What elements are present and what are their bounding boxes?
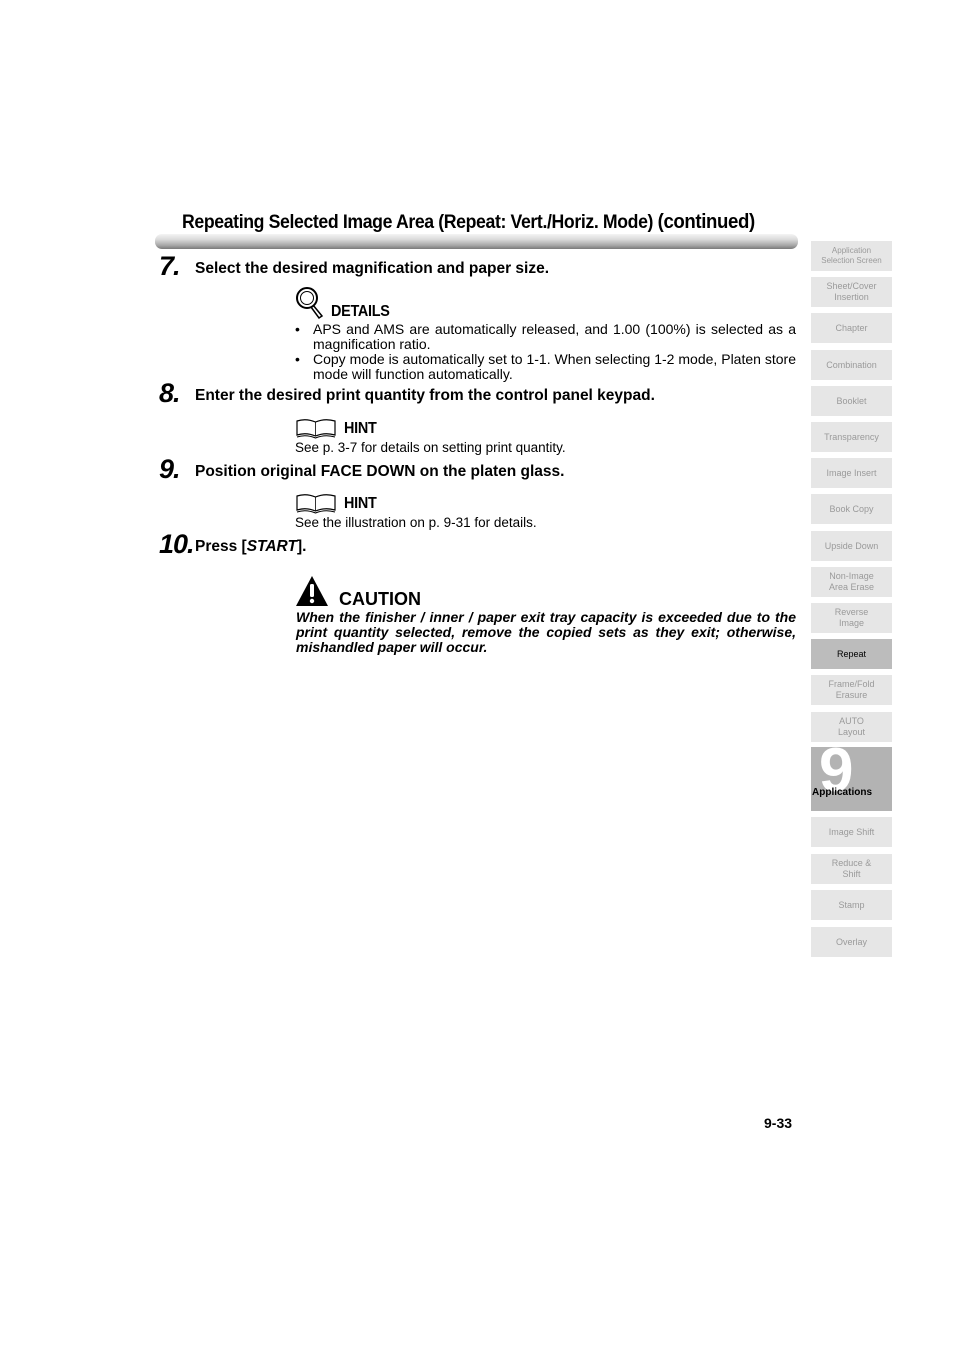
page-title: Repeating Selected Image Area (Repeat: V… [182,211,755,234]
step-10-text: Press [START]. [195,538,307,555]
tab-repeat[interactable]: Repeat [811,639,892,669]
step-7-number: 7. [159,251,181,281]
chapter-9-applications-tab[interactable]: 9 Applications [811,747,892,811]
step-9-text: Position original FACE DOWN on the plate… [195,463,565,480]
book-icon [296,419,336,439]
caution-heading: CAUTION [339,589,421,609]
start-key-label: START [246,538,297,555]
tab-reduce-and-shift[interactable]: Reduce & Shift [811,854,892,884]
tab-frame-fold-erasure[interactable]: Frame/Fold Erasure [811,675,892,705]
warning-icon [296,576,328,606]
step-10-number: 10. [159,529,195,559]
tab-upside-down[interactable]: Upside Down [811,531,892,561]
hint-text: See p. 3-7 for details on setting print … [295,440,566,455]
tab-stamp[interactable]: Stamp [811,890,892,920]
tab-overlay[interactable]: Overlay [811,927,892,957]
tab-non-image-area-erase[interactable]: Non-Image Area Erase [811,567,892,597]
tab-booklet[interactable]: Booklet [811,386,892,416]
title-underline-bar [155,234,798,249]
bullet-dot: • [295,351,300,367]
page-title-main: Repeating Selected Image Area (Repeat: V… [182,212,654,233]
details-bullet-list: • APS and AMS are automatically released,… [295,322,796,381]
page-title-suffix: (continued) [657,211,756,233]
tab-application-selection-screen[interactable]: Application Selection Screen [811,241,892,271]
hint-heading: HINT [344,495,377,512]
hint-heading: HINT [344,420,377,437]
hint-text: See the illustration on p. 9-31 for deta… [295,515,537,530]
step-7-text: Select the desired magnification and pap… [195,260,550,277]
book-icon [296,494,336,514]
step-8-number: 8. [159,378,181,408]
tab-image-shift[interactable]: Image Shift [811,817,892,847]
magnifier-icon [296,287,324,320]
tab-reverse-image[interactable]: Reverse Image [811,603,892,633]
tab-combination[interactable]: Combination [811,350,892,380]
tab-sheet-cover-insertion[interactable]: Sheet/Cover Insertion [811,277,892,307]
tab-book-copy[interactable]: Book Copy [811,494,892,524]
tab-transparency[interactable]: Transparency [811,422,892,452]
step-8-text: Enter the desired print quantity from th… [195,387,655,404]
tab-chapter[interactable]: Chapter [811,313,892,343]
chapter-label: Applications [812,787,873,798]
tab-image-insert[interactable]: Image Insert [811,458,892,488]
page-number: 9-33 [764,1115,793,1131]
details-bullet: • Copy mode is automatically set to 1-1. … [295,351,796,382]
details-heading: DETAILS [331,303,390,320]
bullet-dot: • [295,321,300,337]
step-9-number: 9. [159,454,181,484]
tab-auto-layout[interactable]: AUTO Layout [811,712,892,742]
caution-text: When the finisher / inner / paper exit t… [296,609,796,655]
details-bullet: • APS and AMS are automatically released,… [295,321,796,352]
